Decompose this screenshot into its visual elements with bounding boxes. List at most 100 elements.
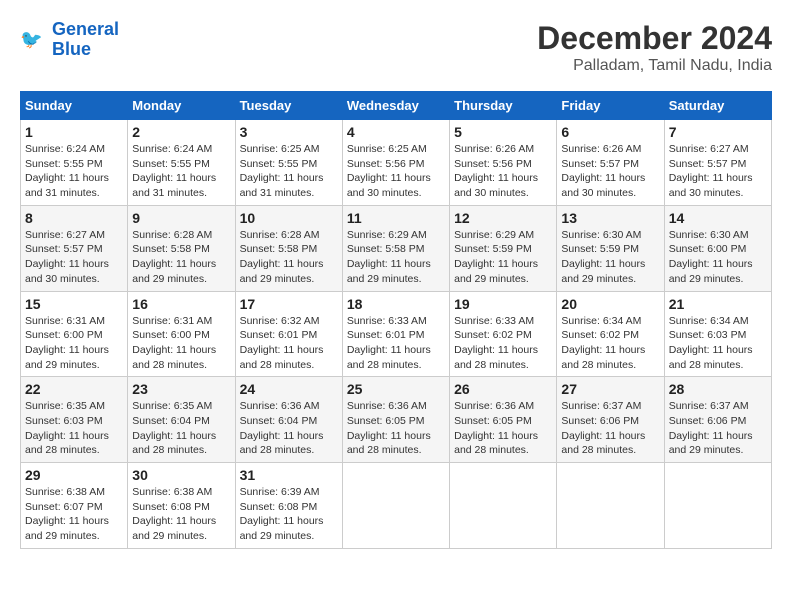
calendar-week-4: 22 Sunrise: 6:35 AMSunset: 6:03 PM Dayli…: [21, 377, 772, 463]
calendar-cell: 30 Sunrise: 6:38 AMSunset: 6:08 PM Dayli…: [128, 463, 235, 549]
calendar-cell: 8 Sunrise: 6:27 AMSunset: 5:57 PM Daylig…: [21, 205, 128, 291]
day-info: Sunrise: 6:34 AMSunset: 6:03 PM Daylight…: [669, 314, 767, 373]
calendar-cell: 13 Sunrise: 6:30 AMSunset: 5:59 PM Dayli…: [557, 205, 664, 291]
calendar-week-3: 15 Sunrise: 6:31 AMSunset: 6:00 PM Dayli…: [21, 291, 772, 377]
day-info: Sunrise: 6:29 AMSunset: 5:59 PM Daylight…: [454, 228, 552, 287]
day-info: Sunrise: 6:36 AMSunset: 6:04 PM Daylight…: [240, 399, 338, 458]
day-number: 13: [561, 210, 659, 226]
day-info: Sunrise: 6:27 AMSunset: 5:57 PM Daylight…: [25, 228, 123, 287]
day-number: 29: [25, 467, 123, 483]
title-area: December 2024 Palladam, Tamil Nadu, Indi…: [537, 20, 772, 75]
page-header: 🐦 General Blue December 2024 Palladam, T…: [20, 20, 772, 75]
day-number: 11: [347, 210, 445, 226]
weekday-header-wednesday: Wednesday: [342, 92, 449, 120]
day-info: Sunrise: 6:27 AMSunset: 5:57 PM Daylight…: [669, 142, 767, 201]
weekday-header-saturday: Saturday: [664, 92, 771, 120]
day-info: Sunrise: 6:35 AMSunset: 6:03 PM Daylight…: [25, 399, 123, 458]
day-number: 1: [25, 124, 123, 140]
calendar-cell: 10 Sunrise: 6:28 AMSunset: 5:58 PM Dayli…: [235, 205, 342, 291]
day-info: Sunrise: 6:38 AMSunset: 6:07 PM Daylight…: [25, 485, 123, 544]
day-info: Sunrise: 6:25 AMSunset: 5:56 PM Daylight…: [347, 142, 445, 201]
day-number: 16: [132, 296, 230, 312]
calendar-cell: [664, 463, 771, 549]
calendar-cell: [557, 463, 664, 549]
day-number: 5: [454, 124, 552, 140]
weekday-header-sunday: Sunday: [21, 92, 128, 120]
day-info: Sunrise: 6:31 AMSunset: 6:00 PM Daylight…: [132, 314, 230, 373]
day-number: 23: [132, 381, 230, 397]
calendar-cell: 9 Sunrise: 6:28 AMSunset: 5:58 PM Daylig…: [128, 205, 235, 291]
day-info: Sunrise: 6:24 AMSunset: 5:55 PM Daylight…: [25, 142, 123, 201]
day-number: 18: [347, 296, 445, 312]
calendar-week-1: 1 Sunrise: 6:24 AMSunset: 5:55 PM Daylig…: [21, 120, 772, 206]
day-number: 27: [561, 381, 659, 397]
logo-icon: 🐦: [20, 26, 48, 54]
day-number: 31: [240, 467, 338, 483]
calendar-cell: 28 Sunrise: 6:37 AMSunset: 6:06 PM Dayli…: [664, 377, 771, 463]
calendar-week-5: 29 Sunrise: 6:38 AMSunset: 6:07 PM Dayli…: [21, 463, 772, 549]
calendar-cell: 3 Sunrise: 6:25 AMSunset: 5:55 PM Daylig…: [235, 120, 342, 206]
day-info: Sunrise: 6:33 AMSunset: 6:01 PM Daylight…: [347, 314, 445, 373]
day-info: Sunrise: 6:26 AMSunset: 5:57 PM Daylight…: [561, 142, 659, 201]
calendar-cell: 1 Sunrise: 6:24 AMSunset: 5:55 PM Daylig…: [21, 120, 128, 206]
day-info: Sunrise: 6:25 AMSunset: 5:55 PM Daylight…: [240, 142, 338, 201]
logo-text: General Blue: [52, 20, 119, 60]
day-number: 22: [25, 381, 123, 397]
calendar-cell: 17 Sunrise: 6:32 AMSunset: 6:01 PM Dayli…: [235, 291, 342, 377]
day-number: 21: [669, 296, 767, 312]
calendar-cell: 7 Sunrise: 6:27 AMSunset: 5:57 PM Daylig…: [664, 120, 771, 206]
calendar-cell: 12 Sunrise: 6:29 AMSunset: 5:59 PM Dayli…: [450, 205, 557, 291]
calendar-cell: 16 Sunrise: 6:31 AMSunset: 6:00 PM Dayli…: [128, 291, 235, 377]
day-number: 12: [454, 210, 552, 226]
calendar: SundayMondayTuesdayWednesdayThursdayFrid…: [20, 91, 772, 549]
day-info: Sunrise: 6:37 AMSunset: 6:06 PM Daylight…: [561, 399, 659, 458]
day-info: Sunrise: 6:36 AMSunset: 6:05 PM Daylight…: [347, 399, 445, 458]
location-title: Palladam, Tamil Nadu, India: [537, 57, 772, 75]
day-info: Sunrise: 6:31 AMSunset: 6:00 PM Daylight…: [25, 314, 123, 373]
day-number: 7: [669, 124, 767, 140]
day-info: Sunrise: 6:26 AMSunset: 5:56 PM Daylight…: [454, 142, 552, 201]
calendar-cell: 11 Sunrise: 6:29 AMSunset: 5:58 PM Dayli…: [342, 205, 449, 291]
logo: 🐦 General Blue: [20, 20, 119, 60]
calendar-cell: 18 Sunrise: 6:33 AMSunset: 6:01 PM Dayli…: [342, 291, 449, 377]
day-number: 30: [132, 467, 230, 483]
svg-text:🐦: 🐦: [20, 29, 43, 49]
calendar-cell: 20 Sunrise: 6:34 AMSunset: 6:02 PM Dayli…: [557, 291, 664, 377]
day-number: 10: [240, 210, 338, 226]
day-number: 6: [561, 124, 659, 140]
calendar-cell: 26 Sunrise: 6:36 AMSunset: 6:05 PM Dayli…: [450, 377, 557, 463]
calendar-cell: 31 Sunrise: 6:39 AMSunset: 6:08 PM Dayli…: [235, 463, 342, 549]
calendar-cell: 21 Sunrise: 6:34 AMSunset: 6:03 PM Dayli…: [664, 291, 771, 377]
day-number: 9: [132, 210, 230, 226]
calendar-cell: [450, 463, 557, 549]
day-number: 28: [669, 381, 767, 397]
weekday-header-thursday: Thursday: [450, 92, 557, 120]
calendar-cell: 23 Sunrise: 6:35 AMSunset: 6:04 PM Dayli…: [128, 377, 235, 463]
day-info: Sunrise: 6:35 AMSunset: 6:04 PM Daylight…: [132, 399, 230, 458]
calendar-cell: 24 Sunrise: 6:36 AMSunset: 6:04 PM Dayli…: [235, 377, 342, 463]
day-number: 24: [240, 381, 338, 397]
day-info: Sunrise: 6:30 AMSunset: 6:00 PM Daylight…: [669, 228, 767, 287]
day-number: 3: [240, 124, 338, 140]
calendar-cell: 22 Sunrise: 6:35 AMSunset: 6:03 PM Dayli…: [21, 377, 128, 463]
calendar-cell: 19 Sunrise: 6:33 AMSunset: 6:02 PM Dayli…: [450, 291, 557, 377]
calendar-cell: 6 Sunrise: 6:26 AMSunset: 5:57 PM Daylig…: [557, 120, 664, 206]
weekday-header-monday: Monday: [128, 92, 235, 120]
month-title: December 2024: [537, 20, 772, 57]
day-number: 17: [240, 296, 338, 312]
day-number: 4: [347, 124, 445, 140]
day-number: 26: [454, 381, 552, 397]
day-info: Sunrise: 6:24 AMSunset: 5:55 PM Daylight…: [132, 142, 230, 201]
day-info: Sunrise: 6:28 AMSunset: 5:58 PM Daylight…: [240, 228, 338, 287]
day-number: 15: [25, 296, 123, 312]
day-info: Sunrise: 6:28 AMSunset: 5:58 PM Daylight…: [132, 228, 230, 287]
day-number: 8: [25, 210, 123, 226]
day-info: Sunrise: 6:36 AMSunset: 6:05 PM Daylight…: [454, 399, 552, 458]
day-number: 20: [561, 296, 659, 312]
calendar-cell: 29 Sunrise: 6:38 AMSunset: 6:07 PM Dayli…: [21, 463, 128, 549]
calendar-cell: 5 Sunrise: 6:26 AMSunset: 5:56 PM Daylig…: [450, 120, 557, 206]
day-number: 25: [347, 381, 445, 397]
weekday-header-friday: Friday: [557, 92, 664, 120]
day-info: Sunrise: 6:30 AMSunset: 5:59 PM Daylight…: [561, 228, 659, 287]
calendar-week-2: 8 Sunrise: 6:27 AMSunset: 5:57 PM Daylig…: [21, 205, 772, 291]
